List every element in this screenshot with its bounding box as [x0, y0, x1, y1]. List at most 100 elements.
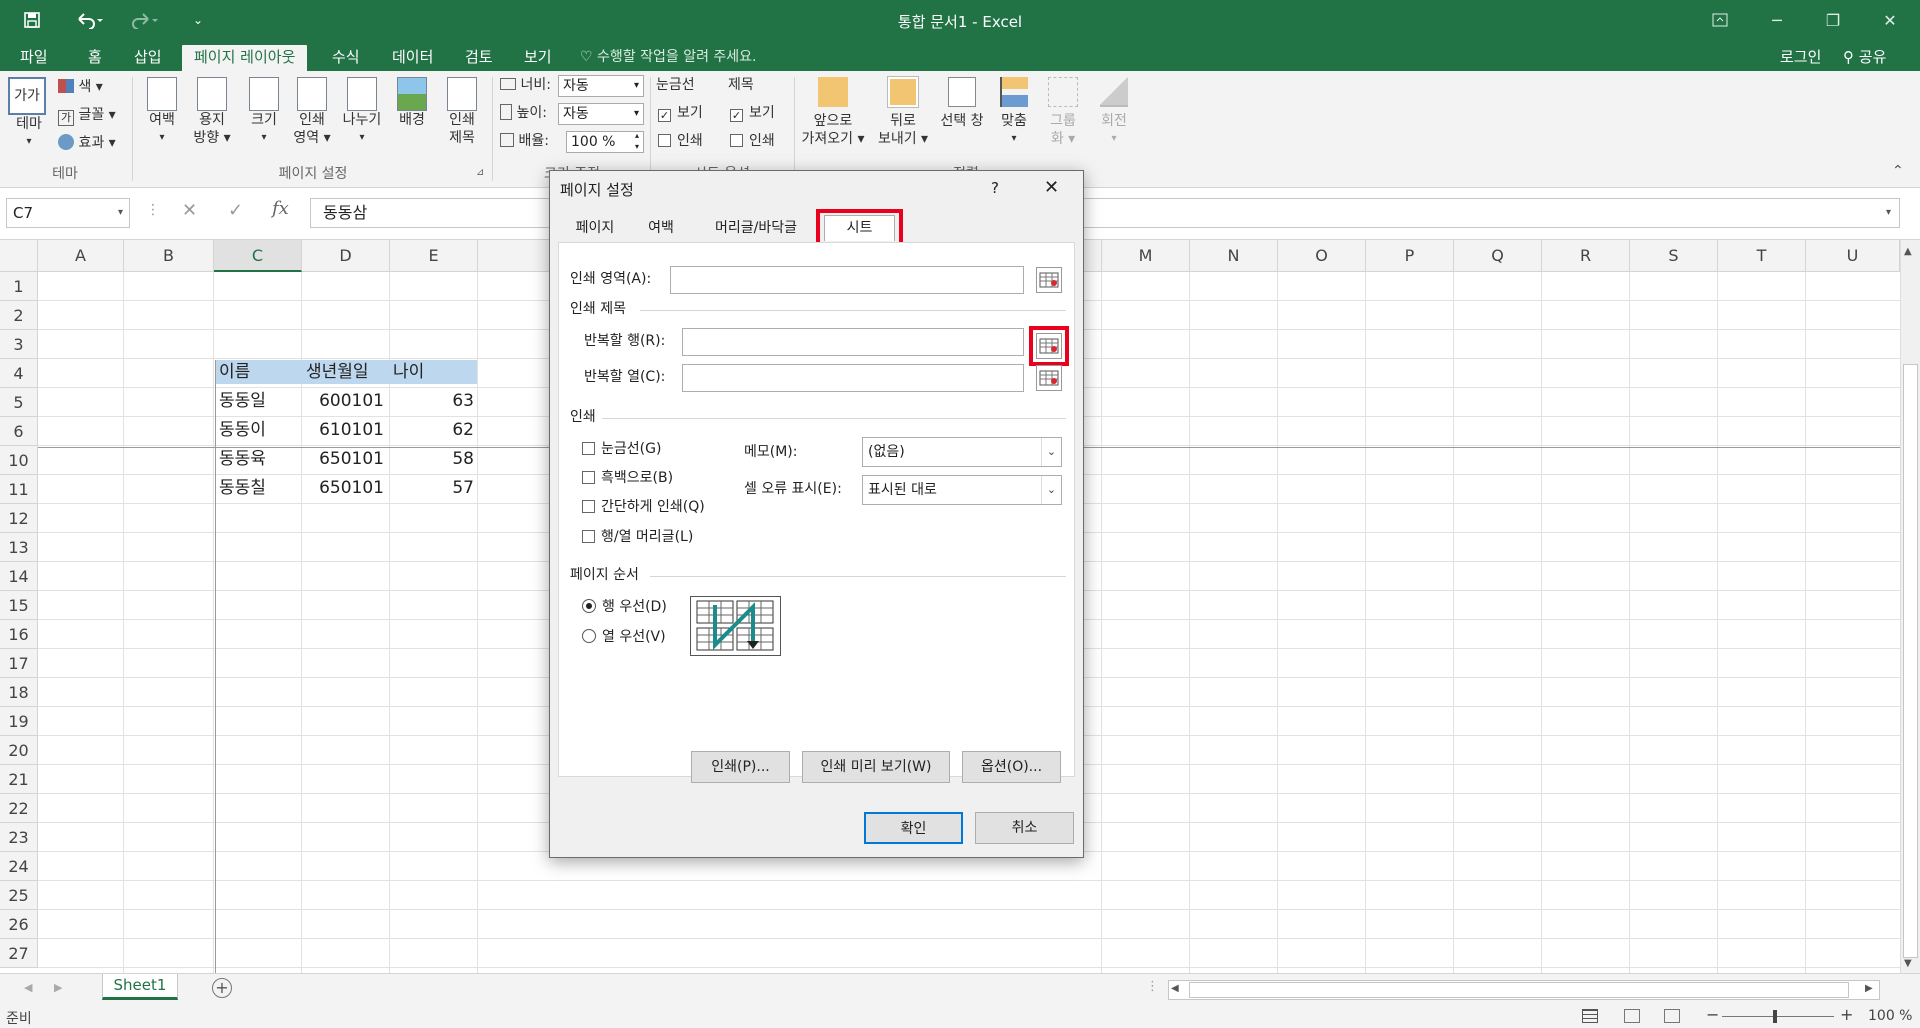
zoom-slider[interactable]	[1722, 1016, 1834, 1017]
cell-C5[interactable]: 동동일	[219, 387, 266, 415]
row-header-27[interactable]: 27	[0, 939, 38, 968]
tab-data[interactable]: 데이터	[382, 45, 443, 71]
zoom-slider-thumb[interactable]	[1773, 1010, 1777, 1023]
dialog-launcher-icon[interactable]: ⊿	[476, 167, 484, 178]
send-backward-button[interactable]: 뒤로 보내기 ▾	[872, 76, 934, 148]
tab-header-footer[interactable]: 머리글/바닥글	[700, 215, 812, 241]
row-header-26[interactable]: 26	[0, 910, 38, 939]
comments-select[interactable]: (없음) ⌄	[862, 437, 1062, 467]
row-header-1[interactable]: 1	[0, 272, 38, 301]
login-link[interactable]: 로그인	[1780, 46, 1821, 67]
align-button[interactable]: 맞춤 ▾	[994, 77, 1034, 148]
print-area-button[interactable]: 인쇄 영역 ▾	[290, 77, 334, 147]
restore-icon[interactable]: ❐	[1813, 6, 1853, 34]
row-header-2[interactable]: 2	[0, 301, 38, 330]
row-header-5[interactable]: 5	[0, 388, 38, 417]
column-header-b[interactable]: B	[124, 240, 214, 272]
row-header-18[interactable]: 18	[0, 678, 38, 707]
scale-spinner[interactable]: 100 % ▴ ▾	[566, 131, 644, 153]
cell-E11[interactable]: 57	[394, 474, 474, 502]
column-header-e[interactable]: E	[390, 240, 478, 272]
tab-page-layout[interactable]: 페이지 레이아웃	[182, 45, 308, 71]
column-header-t[interactable]: T	[1718, 240, 1806, 272]
help-icon[interactable]: ?	[991, 179, 999, 197]
gridlines-view-checkbox[interactable]: ✓ 보기	[658, 101, 703, 125]
column-header-d[interactable]: D	[302, 240, 390, 272]
page-break-view-icon[interactable]	[1664, 1009, 1680, 1023]
close-icon[interactable]: ✕	[1870, 6, 1910, 34]
row-header-25[interactable]: 25	[0, 881, 38, 910]
tab-view[interactable]: 보기	[514, 45, 562, 71]
down-then-over-radio[interactable]: 행 우선(D)	[582, 597, 667, 617]
tab-review[interactable]: 검토	[455, 45, 503, 71]
rows-repeat-input[interactable]	[682, 328, 1024, 356]
cell-D5[interactable]: 600101	[304, 387, 384, 415]
row-header-6[interactable]: 6	[0, 417, 38, 446]
zoom-out-icon[interactable]: −	[1706, 1005, 1719, 1024]
row-col-headings-checkbox[interactable]: 행/열 머리글(L)	[582, 527, 693, 547]
scroll-thumb[interactable]	[1903, 364, 1918, 958]
row-header-4[interactable]: 4	[0, 359, 38, 388]
collapse-ribbon-icon[interactable]: ⌃	[1892, 163, 1904, 179]
cell-E4[interactable]: 나이	[393, 358, 424, 386]
tell-me-box[interactable]: ♡ 수행할 작업을 알려 주세요.	[580, 46, 757, 68]
row-header-20[interactable]: 20	[0, 736, 38, 765]
column-header-a[interactable]: A	[38, 240, 124, 272]
options-button[interactable]: 옵션(O)...	[962, 751, 1061, 783]
column-header-r[interactable]: R	[1542, 240, 1630, 272]
colors-button[interactable]: 색 ▾	[58, 75, 103, 99]
cancel-icon[interactable]: ✕	[182, 200, 197, 221]
print-titles-button[interactable]: 인쇄 제목	[440, 77, 484, 147]
cell-E5[interactable]: 63	[394, 387, 474, 415]
minimize-icon[interactable]: ─	[1757, 6, 1797, 34]
themes-button[interactable]: 가가 테마 ▾	[8, 77, 50, 151]
row-header-21[interactable]: 21	[0, 765, 38, 794]
scroll-right-icon[interactable]: ▶	[1865, 983, 1873, 994]
selection-pane-button[interactable]: 선택 창	[934, 77, 990, 130]
effects-button[interactable]: 효과 ▾	[58, 131, 116, 155]
gridlines-print-checkbox[interactable]: 인쇄	[658, 129, 703, 153]
headings-view-checkbox[interactable]: ✓ 보기	[730, 101, 775, 125]
horizontal-scrollbar[interactable]: ◀ ▶	[1168, 980, 1880, 1000]
tab-insert[interactable]: 삽입	[124, 45, 172, 71]
row-header-17[interactable]: 17	[0, 649, 38, 678]
tab-formulas[interactable]: 수식	[322, 45, 370, 71]
headings-print-checkbox[interactable]: 인쇄	[730, 129, 775, 153]
cell-errors-select[interactable]: 표시된 대로 ⌄	[862, 475, 1062, 505]
cell-C10[interactable]: 동동육	[219, 445, 266, 473]
row-header-19[interactable]: 19	[0, 707, 38, 736]
select-all-corner[interactable]	[0, 240, 38, 272]
row-header-14[interactable]: 14	[0, 562, 38, 591]
print-button[interactable]: 인쇄(P)...	[691, 751, 790, 783]
cell-C6[interactable]: 동동이	[219, 416, 266, 444]
row-header-22[interactable]: 22	[0, 794, 38, 823]
width-select[interactable]: 자동 ▾	[558, 75, 644, 97]
next-sheet-icon[interactable]: ▶	[54, 981, 62, 994]
rows-repeat-range-icon[interactable]	[1036, 333, 1062, 359]
over-then-down-radio[interactable]: 열 우선(V)	[582, 627, 666, 647]
column-header-m[interactable]: M	[1102, 240, 1190, 272]
margins-button[interactable]: 여백 ▾	[142, 77, 182, 147]
normal-view-icon[interactable]	[1582, 1009, 1598, 1023]
column-header-s[interactable]: S	[1630, 240, 1718, 272]
fonts-button[interactable]: 가 글꼴 ▾	[58, 103, 116, 127]
row-header-13[interactable]: 13	[0, 533, 38, 562]
tab-home[interactable]: 홈	[78, 45, 112, 71]
breaks-button[interactable]: 나누기 ▾	[338, 77, 386, 147]
column-header-u[interactable]: U	[1806, 240, 1900, 272]
scroll-left-icon[interactable]: ◀	[1171, 983, 1179, 994]
zoom-level[interactable]: 100 %	[1868, 1008, 1912, 1024]
column-header-q[interactable]: Q	[1454, 240, 1542, 272]
tab-margins[interactable]: 여백	[630, 215, 692, 241]
scroll-down-icon[interactable]: ▼	[1904, 958, 1912, 969]
row-header-24[interactable]: 24	[0, 852, 38, 881]
column-header-o[interactable]: O	[1278, 240, 1366, 272]
cell-D10[interactable]: 650101	[304, 445, 384, 473]
share-button[interactable]: ⚲ 공유	[1843, 46, 1886, 67]
bring-forward-button[interactable]: 앞으로 가져오기 ▾	[798, 77, 868, 148]
ok-button[interactable]: 확인	[864, 812, 963, 844]
scroll-up-icon[interactable]: ▲	[1904, 246, 1912, 257]
tab-file[interactable]: 파일	[10, 45, 58, 71]
cell-E6[interactable]: 62	[394, 416, 474, 444]
cell-E10[interactable]: 58	[394, 445, 474, 473]
